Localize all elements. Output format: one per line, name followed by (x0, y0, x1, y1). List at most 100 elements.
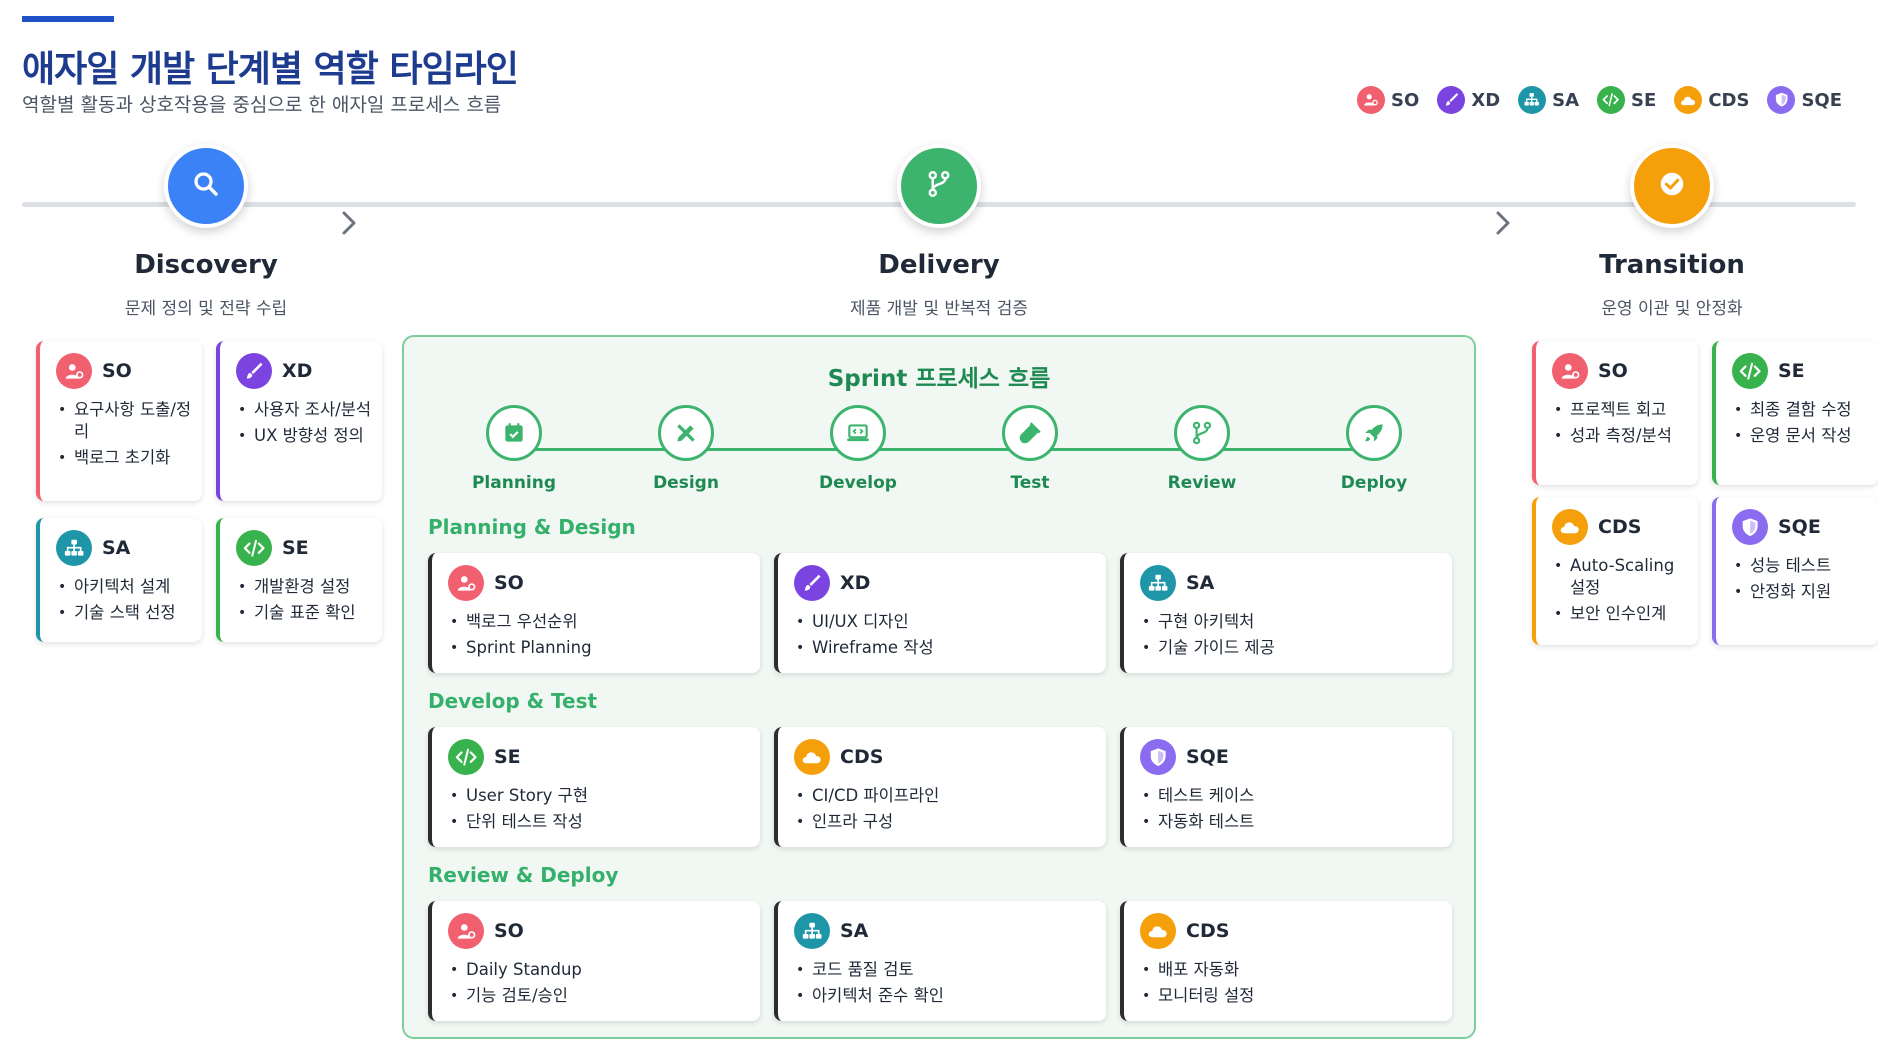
role-card-so: SO 백로그 우선순위 Sprint Planning (428, 553, 760, 673)
code-icon (1732, 353, 1768, 389)
card-header: SE (1732, 353, 1868, 389)
card-activity-item: 코드 품질 검토 (794, 959, 1096, 981)
legend-item-se: SE (1597, 86, 1656, 114)
card-activity-list: Auto-Scaling 설정보안 인수인계 (1552, 555, 1688, 625)
role-card-xd: XD UI/UX 디자인 Wireframe 작성 (774, 553, 1106, 673)
rocket-icon (1346, 405, 1402, 461)
transition-phase-circle (1630, 144, 1714, 228)
branch-icon (924, 169, 954, 203)
card-role-label: SA (1186, 572, 1215, 594)
card-activity-item: Daily Standup (448, 959, 750, 981)
role-card-so: SO 프로젝트 회고성과 측정/분석 (1532, 341, 1698, 485)
card-role-label: SQE (1778, 516, 1821, 538)
card-activity-item: 사용자 조사/분석 (236, 399, 372, 421)
card-role-label: SE (494, 746, 521, 768)
card-activity-list: 배포 자동화모니터링 설정 (1140, 959, 1442, 1007)
sprint-step-test: Test (970, 405, 1090, 493)
card-activity-item: 기술 스택 선정 (56, 602, 192, 624)
role-card-sa: SA 아키텍처 설계기술 스택 선정 (36, 518, 202, 642)
card-activity-item: 최종 결함 수정 (1732, 399, 1868, 421)
card-activity-item: 자동화 테스트 (1140, 811, 1442, 833)
card-role-label: SQE (1186, 746, 1229, 768)
user-gear-icon (448, 913, 484, 949)
card-activity-list: Daily Standup 기능 검토/승인 (448, 959, 750, 1007)
search-icon (191, 169, 221, 203)
chevron-right-icon (342, 211, 356, 235)
role-card-cds: CDS 배포 자동화모니터링 설정 (1120, 901, 1452, 1021)
role-card-so: SO Daily Standup 기능 검토/승인 (428, 901, 760, 1021)
card-activity-item: UI/UX 디자인 (794, 611, 1096, 633)
card-role-label: SO (494, 920, 524, 942)
card-activity-item: 요구사항 도출/정리 (56, 399, 192, 443)
card-activity-list: 구현 아키텍처기술 가이드 제공 (1140, 611, 1442, 659)
discovery-title: Discovery (134, 250, 278, 280)
sprint-step-label: Deploy (1340, 473, 1408, 493)
card-role-label: SO (1598, 360, 1628, 382)
shield-icon (1767, 86, 1796, 114)
sprint-title: Sprint 프로세스 흐름 (827, 366, 1051, 392)
sprint-process-panel: Sprint 프로세스 흐름 Planning Design Develop Test… (402, 335, 1476, 1039)
card-header: SE (448, 739, 750, 775)
card-activity-list: 프로젝트 회고성과 측정/분석 (1552, 399, 1688, 447)
card-activity-list: 개발환경 설정기술 표준 확인 (236, 576, 372, 624)
role-card-sqe: SQE 성능 테스트안정화 지원 (1712, 497, 1878, 645)
card-activity-item: 테스트 케이스 (1140, 785, 1442, 807)
code-icon (236, 530, 272, 566)
card-activity-list: 아키텍처 설계기술 스택 선정 (56, 576, 192, 624)
card-activity-item: 인프라 구성 (794, 811, 1096, 833)
sprint-step-label: Design (653, 473, 719, 493)
card-activity-item: Auto-Scaling 설정 (1552, 555, 1688, 599)
discovery-subtitle: 문제 정의 및 전략 수립 (124, 299, 288, 319)
card-role-label: SA (102, 537, 131, 559)
card-activity-list: 코드 품질 검토아키텍처 준수 확인 (794, 959, 1096, 1007)
card-activity-item: UX 방향성 정의 (236, 425, 372, 447)
branch-icon (1174, 405, 1230, 461)
legend-item-sa: SA (1518, 86, 1579, 114)
sitemap-icon (1518, 86, 1547, 114)
pencil-ruler-icon (658, 405, 714, 461)
card-activity-item: 안정화 지원 (1732, 581, 1868, 603)
card-header: SQE (1732, 509, 1868, 545)
card-header: XD (236, 353, 372, 389)
sprint-step-planning: Planning (454, 405, 574, 493)
user-gear-icon (1357, 86, 1386, 114)
card-activity-item: Sprint Planning (448, 637, 750, 659)
card-activity-item: 아키텍처 설계 (56, 576, 192, 598)
card-header: CDS (794, 739, 1096, 775)
transition-subtitle: 운영 이관 및 안정화 (1601, 299, 1743, 319)
sprint-section-title: Develop & Test (428, 689, 598, 713)
card-activity-item: 성과 측정/분석 (1552, 425, 1688, 447)
role-card-xd: XD 사용자 조사/분석 UX 방향성 정의 (216, 341, 382, 501)
role-card-cds: CDS CI/CD 파이프라인인프라 구성 (774, 727, 1106, 847)
role-card-se: SE 최종 결함 수정운영 문서 작성 (1712, 341, 1878, 485)
card-activity-item: 백로그 우선순위 (448, 611, 750, 633)
role-card-sa: SA 코드 품질 검토아키텍처 준수 확인 (774, 901, 1106, 1021)
legend-label: XD (1471, 89, 1501, 111)
card-role-label: SO (102, 360, 132, 382)
page-subtitle: 역할별 활동과 상호작용을 중심으로 한 애자일 프로세스 흐름 (22, 94, 502, 116)
card-header: SQE (1140, 739, 1442, 775)
card-role-label: XD (282, 360, 313, 382)
legend-label: SA (1552, 89, 1580, 111)
page-title: 애자일 개발 단계별 역할 타임라인 (22, 49, 519, 90)
sprint-step-label: Planning (471, 473, 557, 493)
brush-icon (794, 565, 830, 601)
card-role-label: SA (840, 920, 869, 942)
card-activity-item: 보안 인수인계 (1552, 603, 1688, 625)
card-activity-list: 최종 결함 수정운영 문서 작성 (1732, 399, 1868, 447)
card-activity-list: CI/CD 파이프라인인프라 구성 (794, 785, 1096, 833)
card-activity-item: 기술 가이드 제공 (1140, 637, 1442, 659)
card-activity-list: 테스트 케이스자동화 테스트 (1140, 785, 1442, 833)
card-header: SA (794, 913, 1096, 949)
sprint-step-label: Review (1167, 473, 1237, 493)
card-role-label: XD (840, 572, 871, 594)
role-card-sqe: SQE 테스트 케이스자동화 테스트 (1120, 727, 1452, 847)
card-activity-item: 기능 검토/승인 (448, 985, 750, 1007)
brush-icon (236, 353, 272, 389)
calendar-check-icon (486, 405, 542, 461)
cloud-icon (1140, 913, 1176, 949)
card-header: SO (1552, 353, 1688, 389)
cloud-icon (794, 739, 830, 775)
card-header: SO (448, 565, 750, 601)
card-activity-item: 아키텍처 준수 확인 (794, 985, 1096, 1007)
